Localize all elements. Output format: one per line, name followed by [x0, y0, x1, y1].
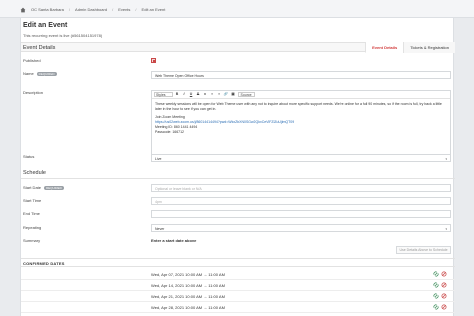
cancel-icon[interactable] [441, 293, 447, 299]
cancel-icon[interactable] [441, 282, 447, 288]
confirmed-dates-title: CONFIRMED DATES [23, 261, 65, 266]
numbered-list-button[interactable]: ≡ [217, 92, 222, 97]
schedule-button[interactable]: Use Details Above to Schedule [396, 246, 451, 254]
live-status-note: This recurring event is live (#561504151… [23, 33, 103, 38]
breadcrumb-item-org[interactable]: OC Santa Barbara [31, 7, 64, 12]
breadcrumb-separator: / [112, 7, 114, 12]
link-icon[interactable] [433, 304, 439, 310]
image-icon[interactable]: ▣ [231, 92, 236, 97]
start-time-label: Start Time [23, 198, 42, 203]
start-date-label-text: Start Date [23, 185, 42, 190]
date-row: Wed, Apr 14, 2021 10:00 AM → 11:00 AM [21, 280, 455, 291]
date-text: Wed, Apr 07, 2021 10:00 AM → 11:00 AM [151, 272, 225, 277]
strike-button[interactable]: S [196, 92, 201, 97]
row-actions [433, 293, 447, 299]
description-paragraph: These weekly sessions will be open for W… [155, 102, 442, 111]
status-select[interactable]: Live ▾ [151, 154, 451, 162]
date-text: Wed, Apr 21, 2021 10:00 AM → 11:00 AM [151, 294, 225, 299]
event-card: Edit an Event This recurring event is li… [20, 18, 455, 316]
styles-dropdown[interactable]: Styles [154, 92, 173, 97]
row-actions [433, 304, 447, 310]
page-title: Edit an Event [23, 22, 68, 29]
passcode: Passcode: 166712 [155, 130, 184, 134]
row-actions [433, 282, 447, 288]
date-row: Wed, Apr 21, 2021 10:00 AM → 11:00 AM [21, 291, 455, 302]
required-badge: REQUIRED [44, 185, 64, 190]
link-icon[interactable] [433, 282, 439, 288]
name-label-text: Name [23, 71, 34, 76]
date-text: Wed, Apr 14, 2021 10:00 AM → 11:00 AM [151, 283, 225, 288]
date-row: Wed, Apr 07, 2021 10:00 AM → 11:00 AM [21, 269, 455, 280]
repeating-value: Never [155, 227, 165, 231]
underline-button[interactable]: U [189, 92, 194, 97]
name-input[interactable]: Web Theme Open Office Hours [151, 71, 451, 79]
start-date-input[interactable]: Optional or leave blank or N/A [151, 184, 451, 192]
tab-tickets-registration[interactable]: Tickets & Registration [403, 42, 455, 53]
clear-format-button[interactable]: x [203, 92, 208, 97]
schedule-title: Schedule [23, 170, 46, 176]
end-time-input[interactable] [151, 210, 451, 218]
confirmed-dates-header: CONFIRMED DATES [21, 258, 455, 267]
breadcrumb-item-events[interactable]: Events [118, 7, 130, 12]
home-icon[interactable] [20, 7, 26, 13]
editor-toolbar: Styles B I U S x ≡ ≡ 🔗 ▣ Source [152, 91, 450, 99]
chevron-down-icon: ▾ [445, 227, 447, 231]
bullet-list-button[interactable]: ≡ [210, 92, 215, 97]
cancel-icon[interactable] [441, 271, 447, 277]
breadcrumb-item-dashboard[interactable]: Admin Dashboard [75, 7, 107, 12]
editor-content[interactable]: These weekly sessions will be open for W… [152, 99, 450, 138]
breadcrumb: OC Santa Barbara / Admin Dashboard / Eve… [20, 5, 165, 14]
source-button[interactable]: Source [237, 92, 255, 97]
summary-label: Summary [23, 238, 41, 243]
repeating-select[interactable]: Never ▾ [151, 224, 451, 232]
name-label: Name REQUIRED [23, 71, 57, 76]
end-time-label: End Time [23, 211, 40, 216]
bold-button[interactable]: B [175, 92, 180, 97]
breadcrumb-separator: / [135, 7, 137, 12]
tab-bar: Event Details Tickets & Registration [365, 42, 455, 53]
event-details-header: Event Details Event Details Tickets & Re… [21, 42, 455, 53]
top-bar: OC Santa Barbara / Admin Dashboard / Eve… [0, 0, 474, 18]
schedule-divider [21, 178, 455, 179]
required-badge: REQUIRED [36, 71, 57, 76]
chevron-down-icon: ▾ [445, 157, 447, 161]
event-details-title: Event Details [23, 45, 56, 51]
link-icon[interactable] [433, 271, 439, 277]
tab-event-details[interactable]: Event Details [365, 42, 404, 53]
description-editor[interactable]: Styles B I U S x ≡ ≡ 🔗 ▣ Source These we… [151, 90, 451, 156]
cancel-icon[interactable] [441, 304, 447, 310]
date-row: Wed, Apr 28, 2021 10:00 AM → 11:00 AM [21, 302, 455, 313]
summary-value: Enter a start date above [151, 238, 197, 243]
link-icon[interactable]: 🔗 [224, 92, 229, 97]
row-actions [433, 271, 447, 277]
link-icon[interactable] [433, 293, 439, 299]
start-time-input[interactable]: 4pm [151, 197, 451, 205]
published-label: Published [23, 58, 41, 63]
start-date-label: Start Date REQUIRED [23, 185, 64, 190]
breadcrumb-separator: / [68, 7, 71, 12]
date-text: Wed, Apr 28, 2021 10:00 AM → 11:00 AM [151, 305, 225, 310]
status-label: Status [23, 154, 35, 159]
description-label: Description [23, 90, 44, 95]
repeating-label: Repeating [23, 225, 42, 230]
breadcrumb-item-current: Edit an Event [141, 7, 166, 12]
published-checkbox[interactable] [151, 58, 156, 63]
italic-button[interactable]: I [182, 92, 187, 97]
status-value: Live [155, 157, 162, 161]
